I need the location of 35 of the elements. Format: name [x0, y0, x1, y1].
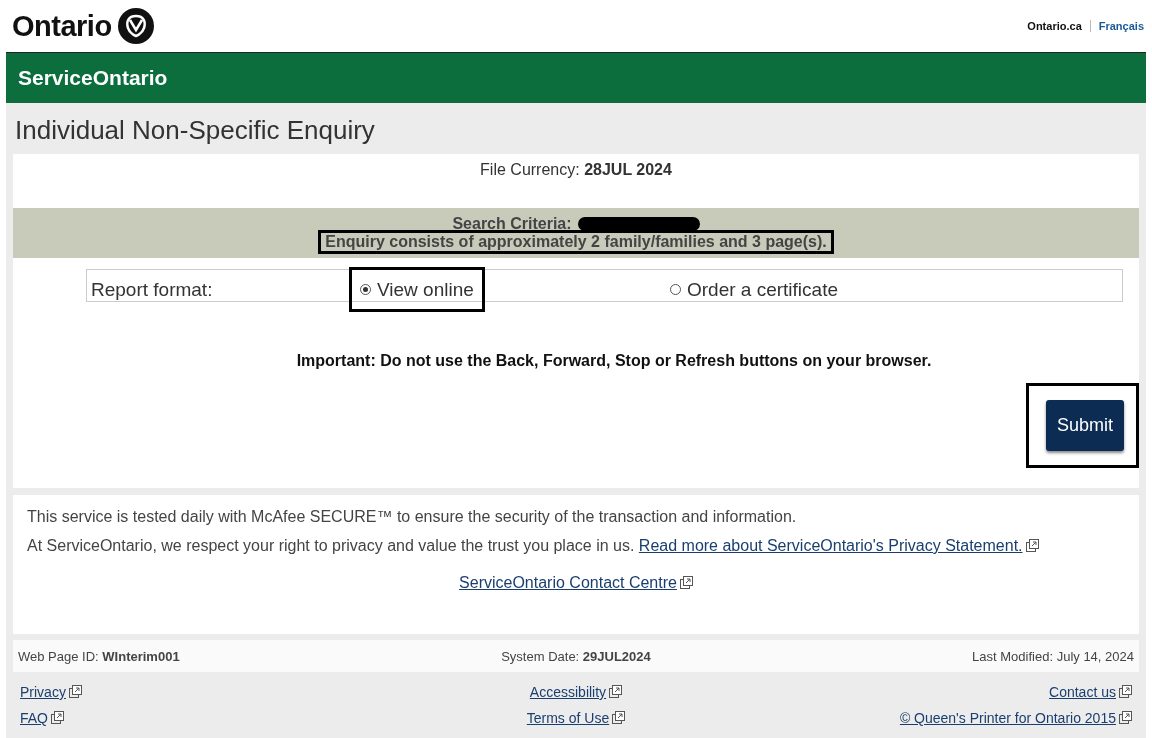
external-link-icon: [609, 685, 623, 698]
page-info-text: Web Page ID: WInterim001: [18, 648, 181, 664]
privacy-text: At ServiceOntario, we respect your right to privacy and value the trust you place in us. Read more about ServiceOntario's Privacy Statement.: [27, 536, 1125, 555]
external-link-icon: [679, 576, 693, 589]
external-link-icon: [612, 711, 626, 724]
external-link-icon: [1025, 539, 1039, 552]
report-format-label: Report format:: [90, 278, 214, 301]
external-link-icon: [51, 711, 64, 724]
file-currency-text: File Currency: 28JUL 2024: [480, 161, 672, 178]
radio-option[interactable]: Order a certificate: [662, 270, 846, 309]
footer-link[interactable]: Privacy: [20, 684, 82, 700]
privacy-link[interactable]: Read more about ServiceOntario's Privacy Statement.: [638, 537, 1023, 554]
warning-text: Important: Do not use the Back, Forward, Stop or Refresh buttons on your browser.: [295, 352, 933, 370]
footer-link[interactable]: Contact us: [1049, 684, 1132, 700]
external-link-icon: [68, 685, 82, 698]
page-info-text: System Date: 29JUL2024: [500, 648, 652, 664]
footer-link[interactable]: Terms of Use: [526, 710, 626, 726]
security-text: This service is tested daily with McAfee SECURE™ to ensure the security of the transaction and information.: [27, 507, 798, 526]
footer-link[interactable]: FAQ: [20, 710, 64, 726]
external-link-icon: [1119, 711, 1132, 724]
footer-link[interactable]: © Queen's Printer for Ontario 2015: [899, 710, 1132, 726]
external-link-icon: [1119, 685, 1132, 698]
page-title: Individual Non-Specific Enquiry: [14, 114, 376, 147]
service-banner: ServiceOntario: [6, 53, 1146, 103]
page-info-text: Last Modified: July 14, 2024: [971, 648, 1134, 664]
trillium-logo-icon: [117, 8, 154, 44]
logo-wordmark: Ontario: [12, 9, 112, 43]
footer-link[interactable]: Accessibility: [529, 684, 623, 700]
search-criteria-label: Search Criteria:: [452, 215, 572, 233]
radio-option[interactable]: View online: [352, 270, 482, 309]
header-link[interactable]: Français: [1089, 20, 1152, 32]
header-link[interactable]: Ontario.ca: [1019, 20, 1090, 32]
enquiry-summary: Enquiry consists of approximately 2 family/families and 3 page(s).: [321, 233, 831, 251]
contact-centre-link[interactable]: ServiceOntario Contact Centre: [459, 574, 677, 591]
submit-button[interactable]: Submit: [1046, 400, 1124, 451]
